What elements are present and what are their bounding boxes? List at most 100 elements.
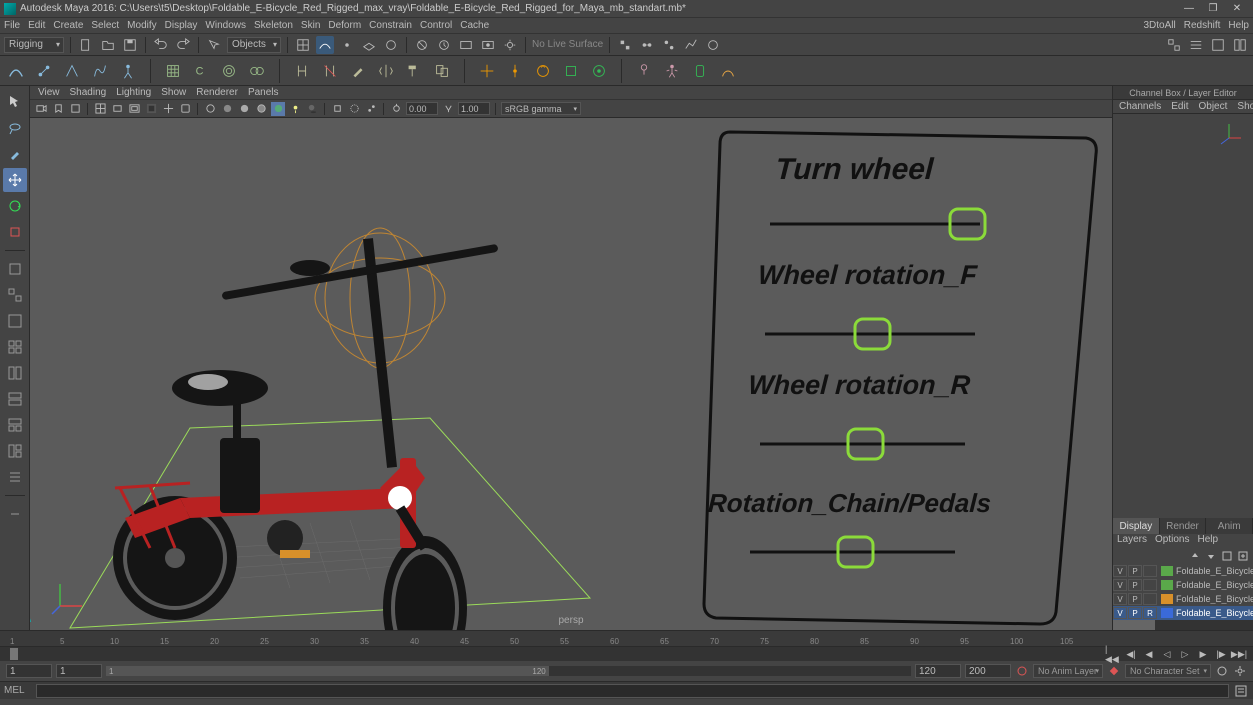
snap-live-icon[interactable]	[382, 36, 400, 54]
channel-box-icon[interactable]	[1231, 36, 1249, 54]
script-editor-icon[interactable]	[1233, 684, 1249, 698]
hypershade-icon[interactable]	[704, 36, 722, 54]
new-scene-icon[interactable]	[77, 36, 95, 54]
layer-color-swatch[interactable]	[1161, 566, 1173, 576]
range-thumb[interactable]: 1 120	[106, 666, 549, 676]
layer-name[interactable]: Foldable_E_Bicycle_Re:	[1176, 594, 1253, 604]
scale-tool[interactable]	[3, 220, 27, 244]
blend-shape-icon[interactable]	[245, 59, 269, 83]
point-constraint-icon[interactable]	[503, 59, 527, 83]
pose-icon[interactable]	[716, 59, 740, 83]
paint-weights-icon[interactable]	[346, 59, 370, 83]
minimize-button[interactable]: —	[1177, 2, 1201, 16]
range-end-inner-input[interactable]	[915, 664, 961, 678]
graph-icon[interactable]	[682, 36, 700, 54]
step-back-frame-icon[interactable]: ◀	[1141, 647, 1157, 661]
move-layer-up-icon[interactable]	[1189, 550, 1201, 562]
go-to-end-icon[interactable]: ▶▶|	[1231, 647, 1247, 661]
three-left-view[interactable]	[3, 439, 27, 463]
menu-skin[interactable]: Skin	[301, 20, 320, 31]
isolate-select-icon[interactable]	[330, 102, 344, 116]
layer-ref-cell[interactable]	[1143, 579, 1157, 591]
layer-row[interactable]: V P R Foldable_E_Bicycle_Re:	[1113, 606, 1253, 620]
open-scene-icon[interactable]	[99, 36, 117, 54]
wireframe-on-shaded-icon[interactable]	[254, 102, 268, 116]
channel-object-menu[interactable]: Object	[1199, 101, 1228, 112]
step-forward-key-icon[interactable]: |▶	[1213, 647, 1229, 661]
tab-anim[interactable]: Anim	[1206, 518, 1253, 534]
layer-name[interactable]: Foldable_E_Bicycle_Re:	[1176, 580, 1253, 590]
two-side-view[interactable]	[3, 361, 27, 385]
layer-color-swatch[interactable]	[1161, 580, 1173, 590]
menu-3dtoall[interactable]: 3DtoAll	[1143, 20, 1175, 31]
menu-file[interactable]: File	[4, 20, 20, 31]
menu-windows[interactable]: Windows	[205, 20, 246, 31]
menu-display[interactable]: Display	[165, 20, 198, 31]
menu-cache[interactable]: Cache	[460, 20, 489, 31]
joint-tool-icon[interactable]	[32, 59, 56, 83]
panel-menu-show[interactable]: Show	[161, 87, 186, 98]
rotate-tool[interactable]	[3, 194, 27, 218]
ik-spline-icon[interactable]	[88, 59, 112, 83]
film-gate-icon[interactable]	[110, 102, 124, 116]
menu-create[interactable]: Create	[53, 20, 83, 31]
layer-ref-cell[interactable]: R	[1143, 607, 1157, 619]
select-mode-icon[interactable]	[205, 36, 223, 54]
layer-name[interactable]: Foldable_E_Bicycle_Re:	[1176, 608, 1253, 618]
four-view[interactable]	[3, 335, 27, 359]
color-space-dropdown[interactable]: sRGB gamma	[501, 102, 581, 115]
resolution-gate-icon[interactable]	[127, 102, 141, 116]
layer-ref-cell[interactable]	[1143, 593, 1157, 605]
exposure-icon[interactable]	[389, 102, 403, 116]
paint-select-tool[interactable]	[3, 142, 27, 166]
curve-tool-icon[interactable]	[4, 59, 28, 83]
gate-mask-icon[interactable]	[144, 102, 158, 116]
snap-plane-icon[interactable]	[360, 36, 378, 54]
skeleton-icon[interactable]	[116, 59, 140, 83]
panel-menu-renderer[interactable]: Renderer	[196, 87, 238, 98]
current-time-marker[interactable]	[10, 648, 18, 660]
history-on-icon[interactable]	[435, 36, 453, 54]
selection-mode-dropdown[interactable]: Objects	[227, 37, 281, 53]
xray-icon[interactable]	[347, 102, 361, 116]
layer-options-menu[interactable]: Options	[1155, 534, 1189, 548]
wireframe-icon[interactable]	[203, 102, 217, 116]
layer-row[interactable]: V P Foldable_E_Bicycle_Re:	[1113, 564, 1253, 578]
two-stacked-view[interactable]	[3, 387, 27, 411]
menu-control[interactable]: Control	[420, 20, 452, 31]
new-empty-layer-icon[interactable]	[1221, 550, 1233, 562]
layer-playback-cell[interactable]: P	[1128, 565, 1142, 577]
single-view[interactable]	[3, 309, 27, 333]
layer-visibility-cell[interactable]: V	[1113, 593, 1127, 605]
tab-display[interactable]: Display	[1113, 518, 1160, 534]
use-default-material-icon[interactable]	[237, 102, 251, 116]
panel-menu-panels[interactable]: Panels	[248, 87, 279, 98]
snap-grid-icon[interactable]	[294, 36, 312, 54]
output-connections-icon[interactable]	[660, 36, 678, 54]
layer-visibility-cell[interactable]: V	[1113, 579, 1127, 591]
input-connections-icon[interactable]	[638, 36, 656, 54]
cluster-icon[interactable]: C	[189, 59, 213, 83]
set-key-icon[interactable]	[1107, 664, 1121, 678]
close-button[interactable]: ✕	[1225, 2, 1249, 16]
select-tool[interactable]	[3, 90, 27, 114]
range-end-outer-input[interactable]	[965, 664, 1011, 678]
ipr-icon[interactable]	[479, 36, 497, 54]
snap-curve-icon[interactable]	[316, 36, 334, 54]
modeling-toolkit-icon[interactable]	[1165, 36, 1183, 54]
tool-settings-icon[interactable]	[1209, 36, 1227, 54]
orient-constraint-icon[interactable]	[531, 59, 555, 83]
step-forward-frame-icon[interactable]: ▶	[1195, 647, 1211, 661]
layer-row[interactable]: V P Foldable_E_Bicycle_Re:	[1113, 592, 1253, 606]
hammer-weights-icon[interactable]	[402, 59, 426, 83]
range-slider[interactable]: 1 120	[106, 666, 911, 676]
menu-skeleton[interactable]: Skeleton	[254, 20, 293, 31]
lasso-tool[interactable]	[3, 116, 27, 140]
new-layer-selected-icon[interactable]	[1237, 550, 1249, 562]
parent-constraint-icon[interactable]	[475, 59, 499, 83]
tab-render[interactable]: Render	[1160, 518, 1207, 534]
camera-select-icon[interactable]	[34, 102, 48, 116]
copy-weights-icon[interactable]	[430, 59, 454, 83]
maximize-button[interactable]: ❐	[1201, 2, 1225, 16]
xray-joints-icon[interactable]	[364, 102, 378, 116]
